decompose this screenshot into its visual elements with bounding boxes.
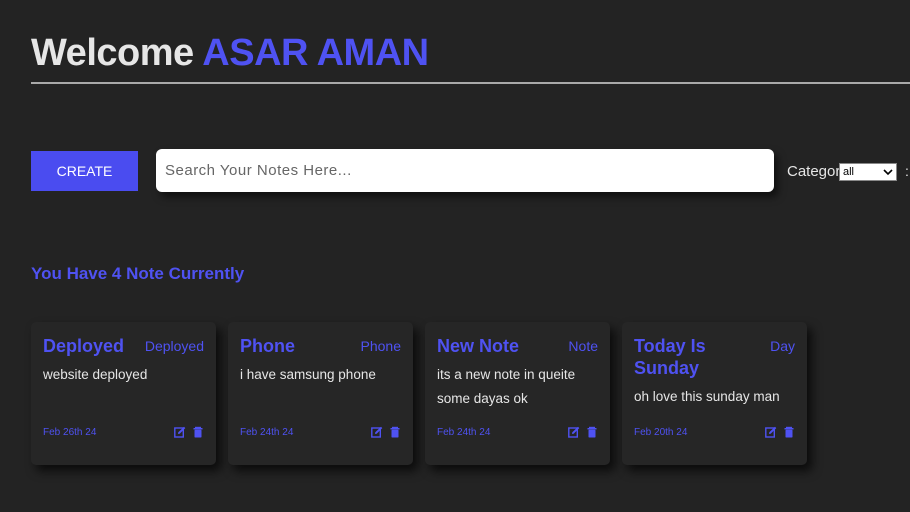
category-select[interactable]: all — [839, 163, 897, 181]
note-date: Feb 26th 24 — [43, 426, 97, 438]
create-button[interactable]: CREATE — [31, 151, 138, 191]
note-body: website deployed — [43, 367, 148, 382]
note-date: Feb 20th 24 — [634, 426, 688, 438]
notes-count-heading: You Have 4 Note Currently — [31, 264, 245, 283]
welcome-text: Welcome — [31, 32, 194, 74]
note-category: Phone — [360, 338, 401, 354]
note-category: Day — [770, 338, 795, 354]
edit-icon[interactable] — [765, 426, 777, 438]
note-category: Note — [568, 338, 598, 354]
trash-icon[interactable] — [192, 426, 204, 438]
page-title: Welcome ASAR AMAN — [31, 30, 429, 76]
note-body: oh love this sunday man — [634, 389, 780, 404]
note-body: i have samsung phone — [240, 367, 376, 382]
category-selected-value: all — [843, 166, 855, 178]
edit-icon[interactable] — [174, 426, 186, 438]
note-card: Today Is Sunday Day oh love this sunday … — [622, 322, 807, 465]
trash-icon[interactable] — [586, 426, 598, 438]
note-card: New Note Note its a new note in queite s… — [425, 322, 610, 465]
trash-icon[interactable] — [783, 426, 795, 438]
note-date: Feb 24th 24 — [437, 426, 491, 438]
edit-icon[interactable] — [568, 426, 580, 438]
note-title: New Note — [437, 336, 520, 356]
note-category: Deployed — [144, 338, 204, 354]
search-input[interactable] — [156, 149, 774, 192]
trash-icon[interactable] — [389, 426, 401, 438]
note-title: Phone — [240, 336, 296, 356]
note-title: Deployed — [43, 336, 125, 356]
category-overflow-glyph: : — [905, 163, 909, 179]
note-card: Phone Phone i have samsung phone Feb 24t… — [228, 322, 413, 465]
note-date: Feb 24th 24 — [240, 426, 294, 438]
note-card: Deployed Deployed website deployed Feb 2… — [31, 322, 216, 465]
edit-icon[interactable] — [371, 426, 383, 438]
note-body: its a new note in queite some dayas ok — [437, 367, 576, 406]
note-title: Today Is Sunday — [634, 336, 706, 378]
chevron-down-icon — [883, 168, 893, 175]
header-divider — [31, 82, 910, 84]
username: ASAR AMAN — [202, 32, 429, 74]
